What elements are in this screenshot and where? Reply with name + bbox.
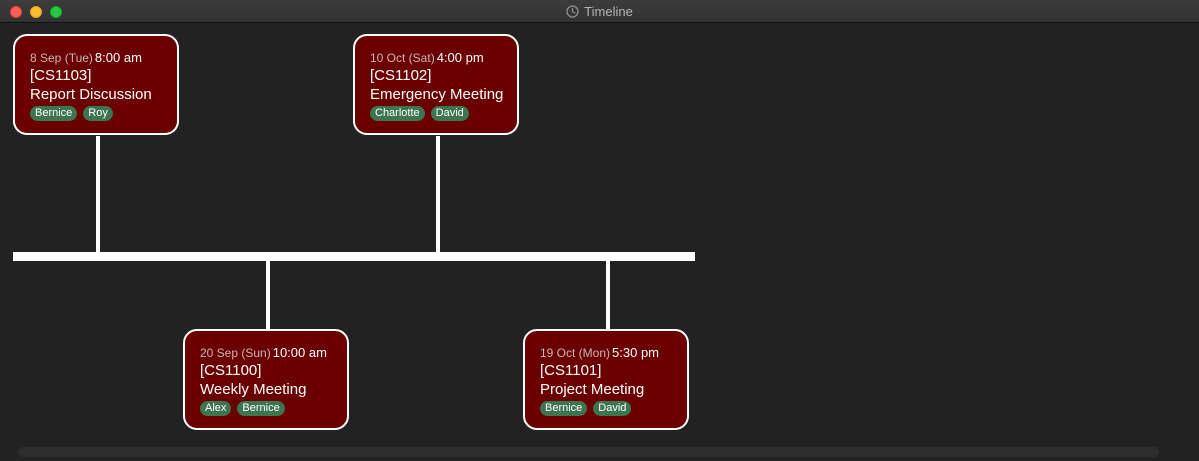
timeline-axis: [13, 252, 695, 261]
event-datetime: 8 Sep (Tue) 8:00 am: [30, 50, 177, 66]
event-datetime: 10 Oct (Sat) 4:00 pm: [370, 50, 517, 66]
title-group: Timeline: [0, 0, 1199, 23]
timeline-window: Timeline 8 Sep (Tue) 8:00 am [CS1103] Repor…: [0, 0, 1199, 461]
event-connector: [436, 136, 440, 256]
event-time: 5:30 pm: [612, 345, 660, 360]
event-datetime: 20 Sep (Sun) 10:00 am: [200, 345, 347, 361]
attendee-tag: Roy: [83, 106, 113, 121]
attendee-tag: Bernice: [237, 401, 285, 416]
event-module-code: [CS1102]: [370, 67, 432, 84]
event-card[interactable]: 8 Sep (Tue) 8:00 am [CS1103] Report Discuss…: [13, 34, 179, 135]
window-title: Timeline: [584, 4, 633, 19]
event-connector: [606, 257, 610, 330]
event-date: 10 Oct (Sat): [370, 51, 435, 65]
event-datetime: 19 Oct (Mon) 5:30 pm: [540, 345, 687, 361]
attendee-tag: Charlotte: [370, 106, 425, 121]
event-title: Weekly Meeting: [200, 381, 307, 398]
attendee-tag: Alex: [200, 401, 232, 416]
event-tags: Bernice David: [540, 401, 687, 416]
event-title: Emergency Meeting: [370, 86, 504, 103]
event-module-code: [CS1100]: [200, 362, 262, 379]
event-title: Report Discussion: [30, 86, 152, 103]
clock-icon: [566, 5, 579, 18]
event-date: 20 Sep (Sun): [200, 346, 271, 360]
event-connector: [96, 136, 100, 256]
event-module-code: [CS1103]: [30, 67, 92, 84]
event-date: 19 Oct (Mon): [540, 346, 611, 360]
event-card[interactable]: 10 Oct (Sat) 4:00 pm [CS1102] Emergency Mee…: [353, 34, 519, 135]
attendee-tag: David: [430, 106, 469, 121]
event-date: 8 Sep (Tue): [30, 51, 93, 65]
event-module-code: [CS1101]: [540, 362, 602, 379]
event-tags: Bernice Roy: [30, 106, 177, 121]
horizontal-scrollbar[interactable]: [18, 447, 1159, 457]
attendee-tag: David: [593, 401, 632, 416]
event-time: 8:00 am: [94, 50, 142, 65]
timeline-canvas: 8 Sep (Tue) 8:00 am [CS1103] Report Discuss…: [0, 23, 1199, 461]
title-bar[interactable]: Timeline: [0, 0, 1199, 23]
event-time: 10:00 am: [272, 345, 327, 360]
event-tags: Charlotte David: [370, 106, 517, 121]
event-card[interactable]: 20 Sep (Sun) 10:00 am [CS1100] Weekly Meeti…: [183, 329, 349, 430]
attendee-tag: Bernice: [30, 106, 78, 121]
event-time: 4:00 pm: [436, 50, 484, 65]
attendee-tag: Bernice: [540, 401, 588, 416]
event-title: Project Meeting: [540, 381, 645, 398]
event-tags: Alex Bernice: [200, 401, 347, 416]
event-connector: [266, 257, 270, 330]
event-card[interactable]: 19 Oct (Mon) 5:30 pm [CS1101] Project Meeti…: [523, 329, 689, 430]
